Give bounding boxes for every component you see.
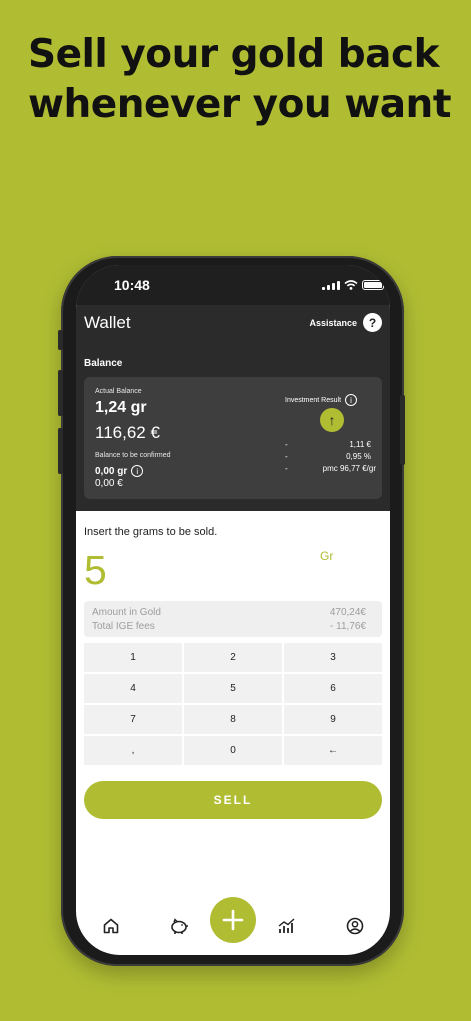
balance-to-confirm-grams-row: 0,00 gr i xyxy=(95,465,144,477)
wifi-icon xyxy=(344,280,358,290)
plus-icon xyxy=(222,909,244,931)
status-time: 10:48 xyxy=(114,277,150,293)
assistance-button[interactable]: Assistance ? xyxy=(309,313,382,332)
key-8[interactable]: 8 xyxy=(184,705,282,734)
phone-power-button xyxy=(400,395,405,465)
investment-result-header: Investment Result i xyxy=(285,394,358,406)
fees-row: Total IGE fees - 11,76€ xyxy=(92,621,366,632)
row-dash: - xyxy=(285,464,288,473)
app-header: Wallet Assistance ? xyxy=(76,305,390,355)
tab-savings[interactable] xyxy=(168,915,190,937)
balance-to-confirm-label: Balance to be confirmed xyxy=(95,452,171,459)
amount-in-gold-row: Amount in Gold 470,24€ xyxy=(92,607,366,618)
fees-label: Total IGE fees xyxy=(92,621,155,632)
home-icon xyxy=(103,918,119,934)
row-dash: - xyxy=(285,440,288,449)
page-title: Wallet xyxy=(84,313,131,332)
key-7[interactable]: 7 xyxy=(84,705,182,734)
battery-icon xyxy=(362,280,387,290)
actual-balance-euro: 116,62 € xyxy=(95,423,160,442)
fees-value: - 11,76€ xyxy=(330,621,366,632)
wallet-dark-panel: 10:48 Wallet Assistance ? Balance Actual… xyxy=(76,265,390,511)
key-5[interactable]: 5 xyxy=(184,674,282,703)
sell-summary: Amount in Gold 470,24€ Total IGE fees - … xyxy=(84,601,382,637)
tab-profile[interactable] xyxy=(344,915,366,937)
actual-balance-label: Actual Balance xyxy=(95,388,142,395)
phone-volume-up xyxy=(58,370,63,416)
key-comma[interactable]: , xyxy=(84,736,182,765)
headline-line-2: whenever you want xyxy=(28,82,451,127)
numeric-keypad: 1 2 3 4 5 6 7 8 9 , 0 ← xyxy=(84,643,382,765)
phone-volume-down xyxy=(58,428,63,474)
key-backspace[interactable]: ← xyxy=(284,736,382,765)
balance-card: Actual Balance 1,24 gr 116,62 € Balance … xyxy=(84,377,382,499)
status-bar: 10:48 xyxy=(76,265,390,305)
chart-icon xyxy=(278,918,295,933)
key-0[interactable]: 0 xyxy=(184,736,282,765)
grams-input[interactable]: 5 xyxy=(84,547,107,594)
piggy-bank-icon xyxy=(171,918,188,934)
unit-label: Gr xyxy=(320,549,334,563)
investment-row: - 0,95 % xyxy=(285,452,375,461)
add-button[interactable] xyxy=(210,897,256,943)
balance-section-title: Balance xyxy=(84,358,123,369)
amount-in-gold-value: 470,24€ xyxy=(329,607,366,618)
headline-line-1: Sell your gold back xyxy=(28,32,440,77)
key-2[interactable]: 2 xyxy=(184,643,282,672)
amount-in-gold-label: Amount in Gold xyxy=(92,607,161,618)
status-icons xyxy=(322,279,387,291)
investment-row: - 1,11 € xyxy=(285,440,375,449)
sell-button[interactable]: SELL xyxy=(84,781,382,819)
key-4[interactable]: 4 xyxy=(84,674,182,703)
balance-to-confirm-grams: 0,00 gr xyxy=(95,465,128,477)
phone-side-button xyxy=(58,330,63,350)
bottom-tab-bar xyxy=(76,895,390,955)
row-dash: - xyxy=(285,452,288,461)
investment-value: 1,11 € xyxy=(349,440,371,449)
headline: Sell your gold back whenever you want xyxy=(28,30,458,130)
key-3[interactable]: 3 xyxy=(284,643,382,672)
help-icon: ? xyxy=(363,313,382,332)
info-icon[interactable]: i xyxy=(345,394,358,406)
key-9[interactable]: 9 xyxy=(284,705,382,734)
investment-result-label: Investment Result xyxy=(285,396,342,404)
investment-value: pmc 96,77 €/gr xyxy=(322,464,376,473)
key-1[interactable]: 1 xyxy=(84,643,182,672)
info-icon[interactable]: i xyxy=(131,465,144,477)
user-icon xyxy=(346,917,364,935)
arrow-up-icon: ↑ xyxy=(320,408,344,432)
investment-value: 0,95 % xyxy=(346,452,371,461)
phone-screen: 10:48 Wallet Assistance ? Balance Actual… xyxy=(76,265,390,955)
actual-balance-grams: 1,24 gr xyxy=(95,399,147,416)
key-6[interactable]: 6 xyxy=(284,674,382,703)
assistance-label: Assistance xyxy=(309,317,357,328)
investment-row: - pmc 96,77 €/gr xyxy=(285,464,380,473)
cellular-signal-icon xyxy=(322,280,340,290)
tab-stats[interactable] xyxy=(276,915,298,937)
tab-home[interactable] xyxy=(100,915,122,937)
sell-instruction: Insert the grams to be sold. xyxy=(84,526,218,538)
balance-to-confirm-euro: 0,00 € xyxy=(95,478,123,489)
